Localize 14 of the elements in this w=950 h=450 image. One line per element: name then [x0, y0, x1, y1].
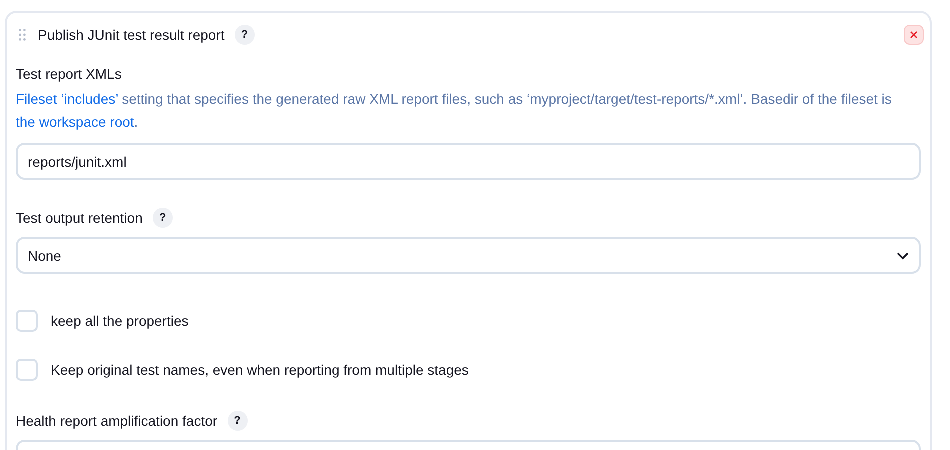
field-label: Test report XMLs [16, 66, 122, 82]
help-button[interactable]: ? [228, 411, 248, 431]
text-field[interactable]: reports/junit.xml [16, 143, 921, 180]
help-button[interactable]: ? [234, 25, 255, 45]
checkbox-label: Keep original test names, even when reporting from multiple stages [51, 362, 469, 378]
help-link[interactable]: Fileset ‘includes’ [16, 91, 118, 107]
help-button[interactable]: ? [152, 208, 173, 228]
help-text: Fileset ‘includes’ setting that specifies the generated raw XML report files, such as ‘myproject/target/test-reports/*.xml’. Basedir of the fileset is the workspace root. [16, 90, 893, 132]
field-label: Test output retention [16, 210, 143, 226]
select-field[interactable]: None [16, 237, 921, 274]
help-link[interactable]: the workspace root [16, 114, 134, 130]
section-title: Publish JUnit test result report [38, 27, 225, 43]
checkbox-label: keep all the properties [51, 313, 189, 329]
field-label: Health report amplification factor [16, 413, 218, 429]
